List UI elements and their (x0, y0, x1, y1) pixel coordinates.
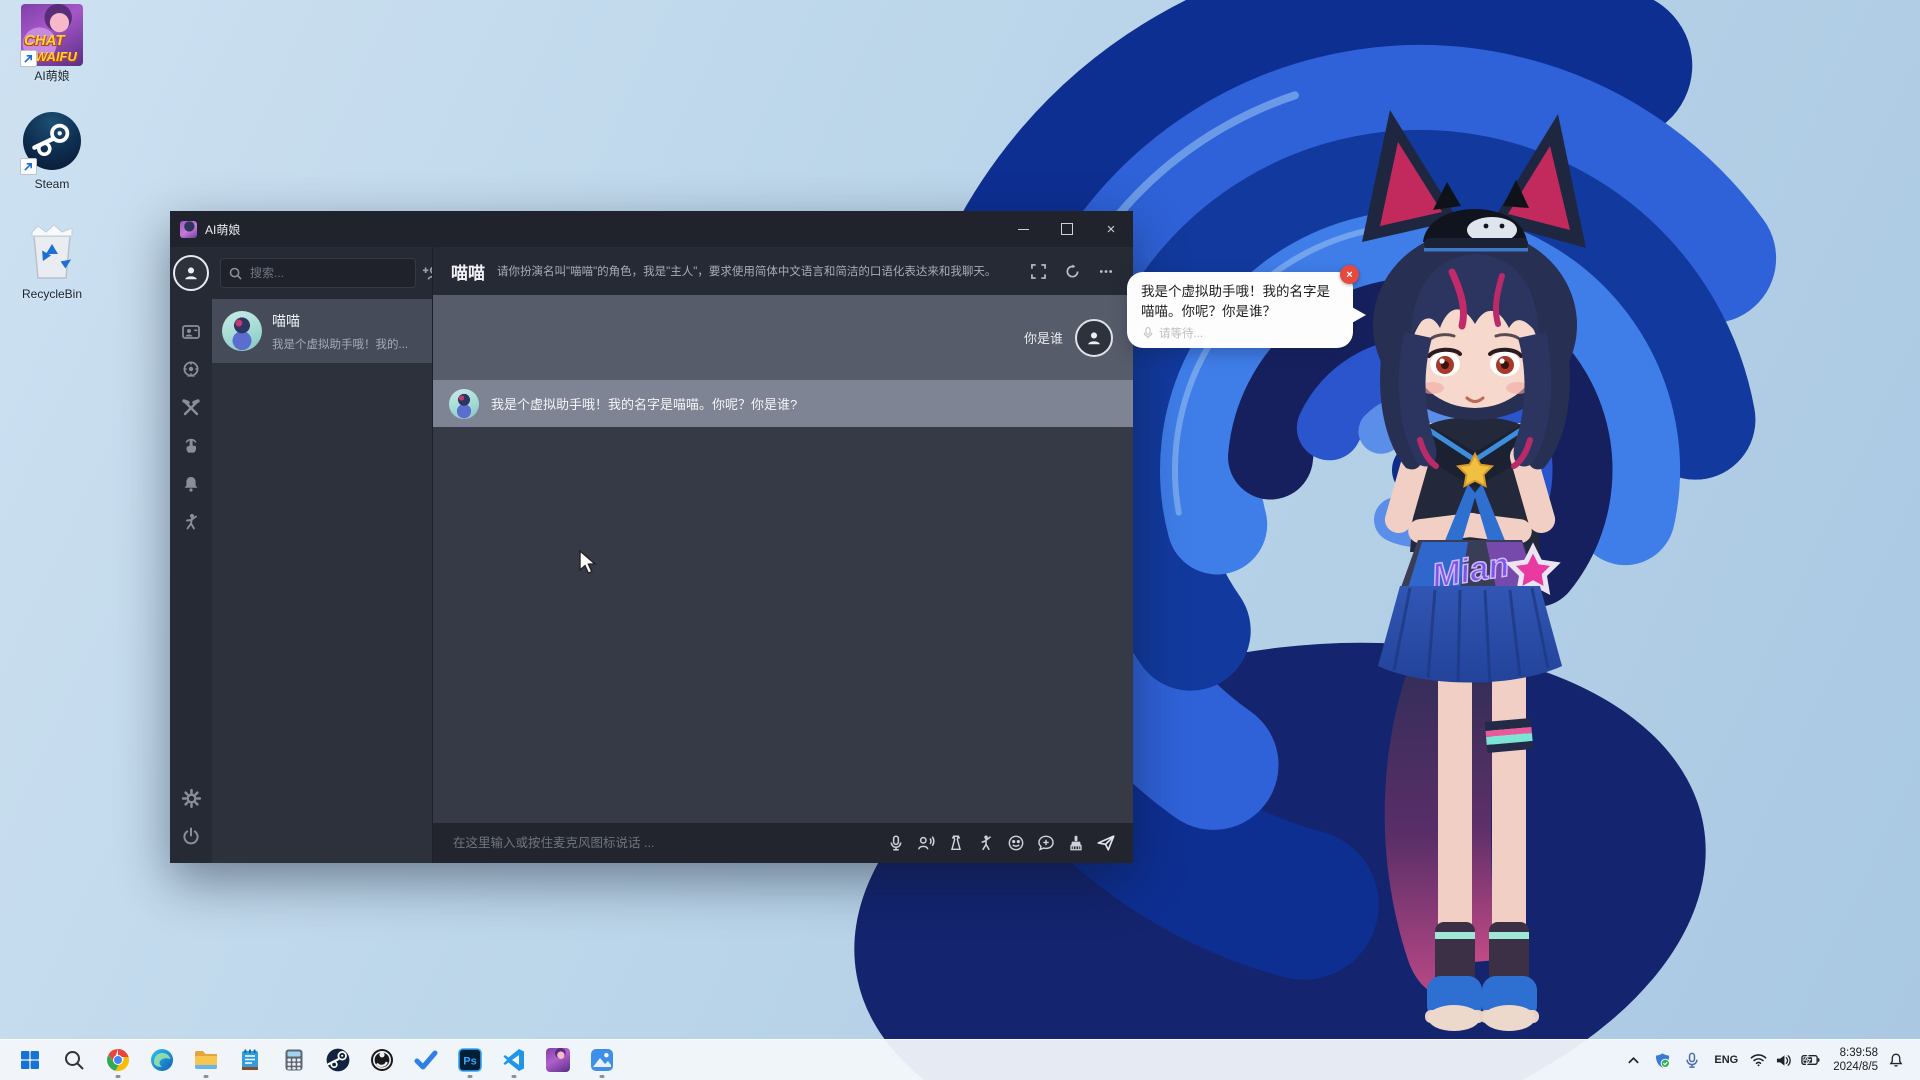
emoji-icon[interactable] (1001, 828, 1031, 858)
tray-notification-bell-icon[interactable] (1884, 1040, 1910, 1080)
recycle-bin-icon (24, 222, 80, 282)
desktop-icon-recycle-bin[interactable]: RecycleBin (6, 222, 98, 302)
tray-volume-icon[interactable] (1771, 1040, 1796, 1080)
desktop-icon-list: CHATWAIFU AI萌娘 Steam (6, 4, 98, 323)
power-icon[interactable] (170, 817, 212, 855)
chat-persona-description: 请你扮演名叫"喵喵"的角色，我是"主人"，要求使用简体中文语言和简洁的口语化表达… (497, 263, 1017, 279)
taskbar-obs-icon[interactable] (360, 1040, 404, 1080)
chat-title: 喵喵 (451, 259, 485, 284)
user-message-avatar (1075, 319, 1113, 357)
taskbar-chrome-icon[interactable] (96, 1040, 140, 1080)
character-speech-bubble: × 我是个虚拟助手哦！我的名字是喵喵。你呢？你是谁？ 请等待... (1127, 272, 1353, 348)
voice-chat-icon[interactable] (911, 828, 941, 858)
chat-panel: 喵喵 请你扮演名叫"喵喵"的角色，我是"主人"，要求使用简体中文语言和简洁的口语… (432, 247, 1133, 863)
taskbar-search-icon[interactable] (52, 1040, 96, 1080)
more-options-icon[interactable] (1093, 258, 1119, 284)
search-input[interactable] (248, 265, 407, 281)
microphone-icon[interactable] (881, 828, 911, 858)
contact-preview: 我是个虚拟助手哦！我的... (272, 336, 408, 352)
start-button[interactable] (8, 1040, 52, 1080)
tray-clock[interactable]: 8:39:58 2024/8/5 (1825, 1046, 1884, 1075)
tray-chevron-up-icon[interactable] (1620, 1040, 1647, 1080)
shortcut-arrow-icon (20, 50, 37, 67)
window-title: AI萌娘 (205, 221, 1001, 238)
search-box[interactable] (220, 258, 416, 288)
desktop: { "desktop": { "icons": [ {"label": "AI萌… (0, 0, 1920, 1080)
touch-icon[interactable] (170, 427, 212, 465)
chat-scroll-area[interactable] (433, 427, 1133, 823)
vtuber-character[interactable]: Mian (1290, 80, 1650, 1040)
message-input[interactable] (451, 835, 881, 851)
tray-wifi-icon[interactable] (1746, 1040, 1771, 1080)
tray-microphone-icon[interactable] (1678, 1040, 1706, 1080)
chat-header: 喵喵 请你扮演名叫"喵喵"的角色，我是"主人"，要求使用简体中文语言和简洁的口语… (433, 247, 1133, 295)
contact-item[interactable]: 喵喵 我是个虚拟助手哦！我的... (212, 299, 432, 363)
contact-list: 喵喵 我是个虚拟助手哦！我的... (212, 247, 432, 863)
bubble-tail (1350, 306, 1366, 324)
taskbar-vscode-icon[interactable] (492, 1040, 536, 1080)
mouse-cursor (578, 550, 600, 576)
taskbar-edge-icon[interactable] (140, 1040, 184, 1080)
add-message-icon[interactable] (1031, 828, 1061, 858)
window-titlebar[interactable]: AI萌娘 × (170, 211, 1133, 247)
ai-agent-icon[interactable] (170, 351, 212, 389)
desktop-icon-label: RecycleBin (6, 288, 98, 302)
taskbar-chat-waifu-icon[interactable] (536, 1040, 580, 1080)
pose-icon[interactable] (170, 503, 212, 541)
taskbar: Ps ENG (0, 1039, 1920, 1080)
refresh-icon[interactable] (1059, 258, 1085, 284)
send-icon[interactable] (1091, 828, 1121, 858)
desktop-icon-chat-waifu[interactable]: CHATWAIFU AI萌娘 (6, 4, 98, 84)
close-button[interactable]: × (1089, 211, 1133, 247)
bubble-status-text: 请等待... (1159, 325, 1203, 341)
clear-chat-icon[interactable] (1061, 828, 1091, 858)
minimize-button[interactable] (1001, 211, 1045, 247)
action-pose-icon[interactable] (971, 828, 1001, 858)
desktop-icon-label: AI萌娘 (6, 70, 98, 84)
notification-bell-icon[interactable] (170, 465, 212, 503)
taskbar-file-explorer-icon[interactable] (184, 1040, 228, 1080)
user-message-text: 你是谁 (1024, 328, 1063, 347)
shortcut-arrow-icon (20, 158, 37, 175)
taskbar-calculator-icon[interactable] (272, 1040, 316, 1080)
contact-avatar (222, 311, 262, 351)
taskbar-check-app-icon[interactable] (404, 1040, 448, 1080)
app-window: AI萌娘 × (170, 211, 1133, 863)
system-tray: ENG 8:39:58 2024/8/5 (1620, 1040, 1920, 1080)
assistant-avatar (449, 389, 479, 419)
contacts-icon[interactable] (170, 313, 212, 351)
message-input-bar (433, 823, 1133, 863)
taskbar-notepad-icon[interactable] (228, 1040, 272, 1080)
taskbar-photoshop-icon[interactable]: Ps (448, 1040, 492, 1080)
assistant-message-text: 我是个虚拟助手哦！我的名字是喵喵。你呢？你是谁? (491, 394, 797, 413)
contact-name: 喵喵 (272, 311, 408, 331)
settings-gear-icon[interactable] (170, 779, 212, 817)
tray-security-shield-icon[interactable] (1647, 1040, 1678, 1080)
tray-language-indicator[interactable]: ENG (1706, 1054, 1746, 1066)
message-row-assistant: 我是个虚拟助手哦！我的名字是喵喵。你呢？你是谁? (433, 380, 1133, 427)
search-icon (229, 267, 242, 280)
user-avatar[interactable] (173, 255, 209, 291)
outfit-icon[interactable] (941, 828, 971, 858)
desktop-icon-label: Steam (6, 178, 98, 192)
message-row-user: 你是谁 (433, 295, 1133, 380)
tray-time: 8:39:58 (1833, 1046, 1878, 1060)
desktop-icon-steam[interactable]: Steam (6, 112, 98, 192)
app-window-icon (180, 221, 197, 238)
taskbar-steam-icon[interactable] (316, 1040, 360, 1080)
tray-date: 2024/8/5 (1833, 1060, 1878, 1074)
svg-text:Ps: Ps (463, 1056, 476, 1068)
fullscreen-icon[interactable] (1025, 258, 1051, 284)
bubble-close-button[interactable]: × (1340, 265, 1359, 284)
tray-battery-icon[interactable] (1796, 1040, 1825, 1080)
bubble-text: 我是个虚拟助手哦！我的名字是喵喵。你呢？你是谁？ (1141, 282, 1339, 321)
taskbar-photos-icon[interactable] (580, 1040, 624, 1080)
bubble-mic-icon (1143, 326, 1153, 340)
tools-icon[interactable] (170, 389, 212, 427)
nav-rail (170, 247, 212, 863)
maximize-button[interactable] (1045, 211, 1089, 247)
